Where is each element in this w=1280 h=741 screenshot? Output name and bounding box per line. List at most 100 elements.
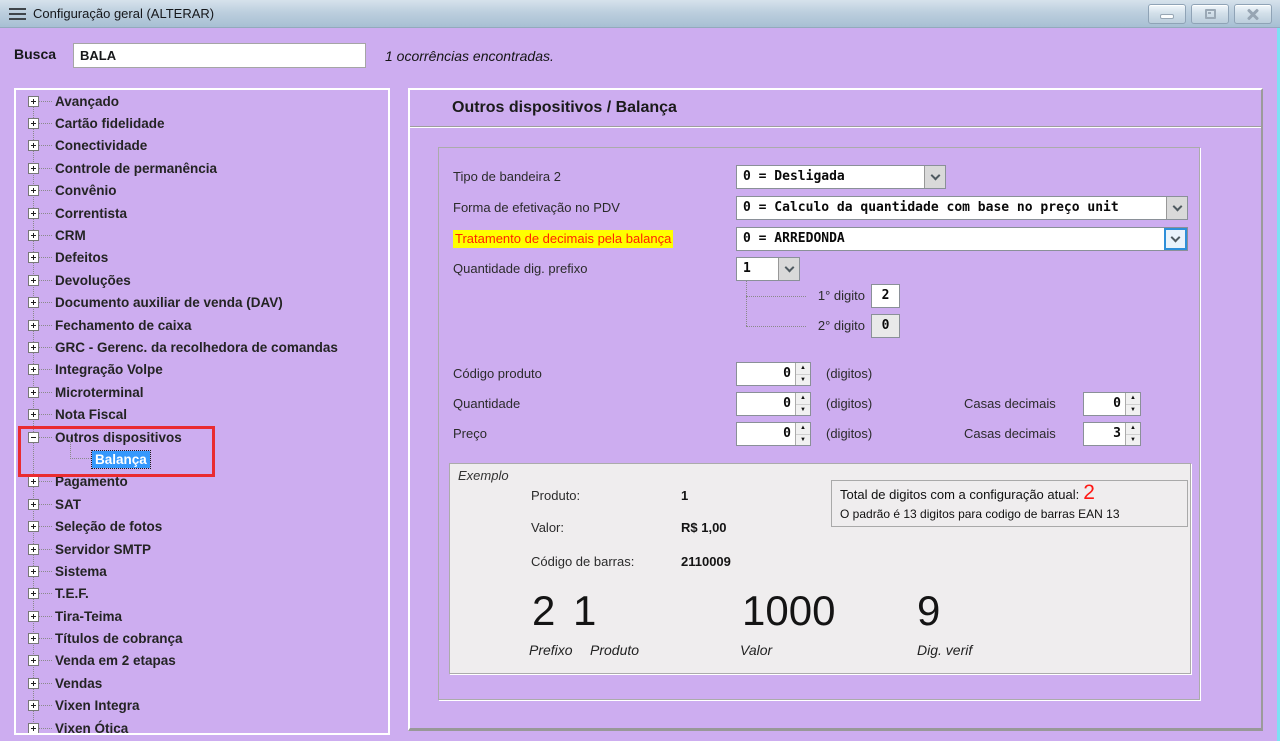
tree-item-documento-auxiliar-de-venda-dav[interactable]: Documento auxiliar de venda (DAV) xyxy=(16,292,388,314)
tipo-bandeira-dropdown[interactable]: 0 = Desligada xyxy=(736,165,946,189)
tree-item-nota-fiscal[interactable]: Nota Fiscal xyxy=(16,403,388,425)
search-input[interactable] xyxy=(73,43,366,68)
tree-item-servidor-smtp[interactable]: Servidor SMTP xyxy=(16,538,388,560)
tree-item-defeitos[interactable]: Defeitos xyxy=(16,247,388,269)
expand-icon[interactable] xyxy=(28,342,39,353)
spinner-arrows-icon[interactable]: ▲▼ xyxy=(795,363,810,385)
tratamento-decimais-dropdown[interactable]: 0 = ARREDONDA xyxy=(736,227,1188,251)
tree-item-label[interactable]: GRC - Gerenc. da recolhedora de comandas xyxy=(52,339,341,356)
expand-icon[interactable] xyxy=(28,320,39,331)
close-button[interactable] xyxy=(1234,4,1272,24)
tree-item-t-e-f[interactable]: T.E.F. xyxy=(16,583,388,605)
tree-item-venda-em-2-etapas[interactable]: Venda em 2 etapas xyxy=(16,650,388,672)
tree-item-grc-gerenc-da-recolhedora-de-comandas[interactable]: GRC - Gerenc. da recolhedora de comandas xyxy=(16,336,388,358)
tree-item-label[interactable]: Venda em 2 etapas xyxy=(52,652,179,669)
tree-item-label[interactable]: Tira-Teima xyxy=(52,608,125,625)
spinner-arrows-icon[interactable]: ▲▼ xyxy=(1125,393,1140,415)
expand-icon[interactable] xyxy=(28,140,39,151)
tree-item-microterminal[interactable]: Microterminal xyxy=(16,381,388,403)
tree-item-conectividade[interactable]: Conectividade xyxy=(16,135,388,157)
tree-item-fechamento-de-caixa[interactable]: Fechamento de caixa xyxy=(16,314,388,336)
tree-item-label[interactable]: Vixen Ótica xyxy=(52,720,131,735)
qtd-dig-prefixo-dropdown[interactable]: 1 xyxy=(736,257,800,281)
tree-item-label[interactable]: Defeitos xyxy=(52,249,111,266)
expand-icon[interactable] xyxy=(28,252,39,263)
tree-item-sistema[interactable]: Sistema xyxy=(16,560,388,582)
tree-item-label[interactable]: Integração Volpe xyxy=(52,361,166,378)
digito1-input[interactable]: 2 xyxy=(871,284,900,308)
tree-item-devolucoes[interactable]: Devoluções xyxy=(16,269,388,291)
expand-icon[interactable] xyxy=(28,163,39,174)
title-bar[interactable]: Configuração geral (ALTERAR) xyxy=(0,0,1280,28)
expand-icon[interactable] xyxy=(28,387,39,398)
chevron-down-icon[interactable] xyxy=(778,258,799,280)
preco-spinner[interactable]: 0 ▲▼ xyxy=(736,422,811,446)
spinner-arrows-icon[interactable]: ▲▼ xyxy=(795,393,810,415)
expand-icon[interactable] xyxy=(28,230,39,241)
digito2-input[interactable]: 0 xyxy=(871,314,900,338)
tree-item-label[interactable]: Devoluções xyxy=(52,272,134,289)
chevron-down-icon[interactable] xyxy=(1166,197,1187,219)
minimize-button[interactable] xyxy=(1148,4,1186,24)
expand-icon[interactable] xyxy=(28,700,39,711)
expand-icon[interactable] xyxy=(28,544,39,555)
tree-item-convenio[interactable]: Convênio xyxy=(16,180,388,202)
quantidade-casas-spinner[interactable]: 0 ▲▼ xyxy=(1083,392,1141,416)
expand-icon[interactable] xyxy=(28,723,39,734)
tree-item-vendas[interactable]: Vendas xyxy=(16,672,388,694)
tree-item-label[interactable]: T.E.F. xyxy=(52,585,92,602)
tree-item-label[interactable]: Títulos de cobrança xyxy=(52,630,186,647)
expand-icon[interactable] xyxy=(28,566,39,577)
quantidade-spinner[interactable]: 0 ▲▼ xyxy=(736,392,811,416)
preco-casas-spinner[interactable]: 3 ▲▼ xyxy=(1083,422,1141,446)
tree-item-crm[interactable]: CRM xyxy=(16,224,388,246)
expand-icon[interactable] xyxy=(28,297,39,308)
tree-item-label[interactable]: Vendas xyxy=(52,675,105,692)
expand-icon[interactable] xyxy=(28,633,39,644)
expand-icon[interactable] xyxy=(28,208,39,219)
expand-icon[interactable] xyxy=(28,611,39,622)
expand-icon[interactable] xyxy=(28,409,39,420)
restore-button[interactable] xyxy=(1191,4,1229,24)
expand-icon[interactable] xyxy=(28,476,39,487)
tree-item-label[interactable]: Conectividade xyxy=(52,137,150,154)
expand-icon[interactable] xyxy=(28,118,39,129)
expand-icon[interactable] xyxy=(28,185,39,196)
menu-icon[interactable] xyxy=(9,8,26,20)
config-tree[interactable]: Avançado Cartão fidelidade Conectividade Co… xyxy=(14,88,390,735)
expand-icon[interactable] xyxy=(28,521,39,532)
tree-item-label[interactable]: Cartão fidelidade xyxy=(52,115,168,132)
expand-icon[interactable] xyxy=(28,655,39,666)
tree-item-label[interactable]: Convênio xyxy=(52,182,120,199)
tree-item-label[interactable]: CRM xyxy=(52,227,89,244)
spinner-arrows-icon[interactable]: ▲▼ xyxy=(1125,423,1140,445)
expand-icon[interactable] xyxy=(28,499,39,510)
expand-icon[interactable] xyxy=(28,275,39,286)
expand-icon[interactable] xyxy=(28,364,39,375)
tree-item-label[interactable]: Fechamento de caixa xyxy=(52,317,195,334)
tree-item-controle-de-permanencia[interactable]: Controle de permanência xyxy=(16,157,388,179)
tree-item-label[interactable]: Servidor SMTP xyxy=(52,541,154,558)
tree-item-cartao-fidelidade[interactable]: Cartão fidelidade xyxy=(16,112,388,134)
tree-item-sat[interactable]: SAT xyxy=(16,493,388,515)
tree-item-integracao-volpe[interactable]: Integração Volpe xyxy=(16,359,388,381)
tree-item-label[interactable]: Correntista xyxy=(52,205,130,222)
tree-item-label[interactable]: Nota Fiscal xyxy=(52,406,130,423)
forma-efetivacao-dropdown[interactable]: 0 = Calculo da quantidade com base no pr… xyxy=(736,196,1188,220)
tree-item-titulos-de-cobranca[interactable]: Títulos de cobrança xyxy=(16,627,388,649)
tree-item-label[interactable]: Seleção de fotos xyxy=(52,518,165,535)
chevron-down-icon[interactable] xyxy=(924,166,945,188)
tree-item-vixen-integra[interactable]: Vixen Integra xyxy=(16,695,388,717)
tree-item-label[interactable]: Avançado xyxy=(52,93,122,110)
tree-item-correntista[interactable]: Correntista xyxy=(16,202,388,224)
chevron-down-icon[interactable] xyxy=(1164,228,1187,250)
tree-item-tira-teima[interactable]: Tira-Teima xyxy=(16,605,388,627)
tree-item-label[interactable]: Microterminal xyxy=(52,384,147,401)
tree-item-label[interactable]: Controle de permanência xyxy=(52,160,220,177)
tree-item-label[interactable]: Vixen Integra xyxy=(52,697,143,714)
tree-item-avancado[interactable]: Avançado xyxy=(16,90,388,112)
tree-item-label[interactable]: Sistema xyxy=(52,563,110,580)
tree-item-vixen-otica[interactable]: Vixen Ótica xyxy=(16,717,388,735)
expand-icon[interactable] xyxy=(28,96,39,107)
tree-item-label[interactable]: SAT xyxy=(52,496,84,513)
